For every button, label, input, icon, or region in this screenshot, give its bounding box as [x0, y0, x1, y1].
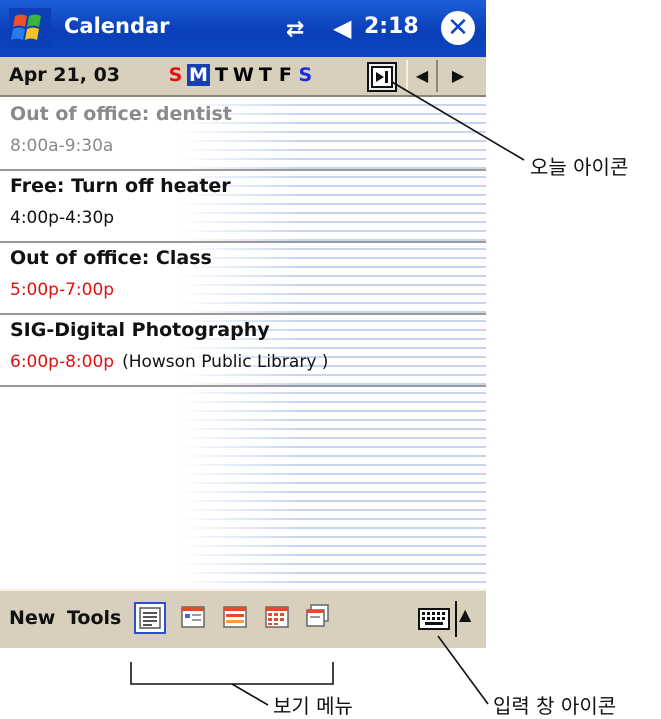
view-menu-callout: 보기 메뉴	[273, 694, 353, 718]
input-panel-icon-callout: 입력 창 아이콘	[493, 694, 617, 718]
callout-lines	[130, 81, 525, 706]
today-icon-callout: 오늘 아이콘	[530, 155, 629, 179]
